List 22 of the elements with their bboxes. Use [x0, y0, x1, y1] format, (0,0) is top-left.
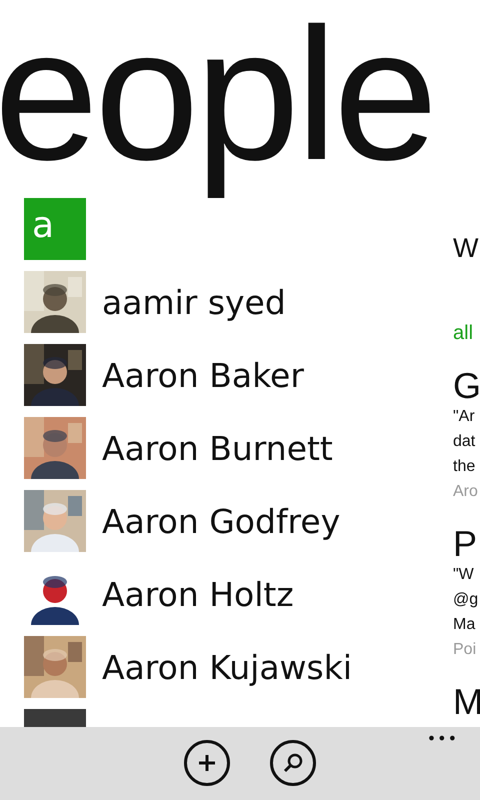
contact-name[interactable]: Aaron Kujawski — [102, 648, 352, 686]
author-name[interactable]: P — [453, 526, 480, 562]
more-button[interactable]: ••• — [426, 729, 458, 749]
search-button[interactable] — [270, 740, 316, 786]
post-text: "Ar — [453, 407, 476, 427]
contact-name[interactable]: aamir syed — [102, 282, 286, 322]
contact-name[interactable]: Aaron Burnett — [102, 428, 333, 468]
section-heading: W — [453, 232, 480, 265]
post-text: @g — [453, 590, 480, 610]
post-text: Ma — [453, 615, 476, 635]
page-title: eople — [0, 0, 435, 201]
add-button[interactable] — [184, 740, 230, 786]
post-text: "W — [453, 565, 475, 585]
post-source: Poi — [453, 640, 478, 660]
post-text: dat — [453, 432, 476, 452]
contact-name[interactable]: Aaron Godfrey — [102, 502, 340, 540]
author-name[interactable]: G — [453, 368, 480, 404]
search-icon — [281, 751, 305, 775]
contact-name[interactable]: Aaron Holtz — [102, 574, 294, 614]
post-source: Aro — [453, 482, 479, 502]
contact-name[interactable]: Aaron Baker — [102, 356, 304, 394]
post-text: the — [453, 457, 476, 477]
